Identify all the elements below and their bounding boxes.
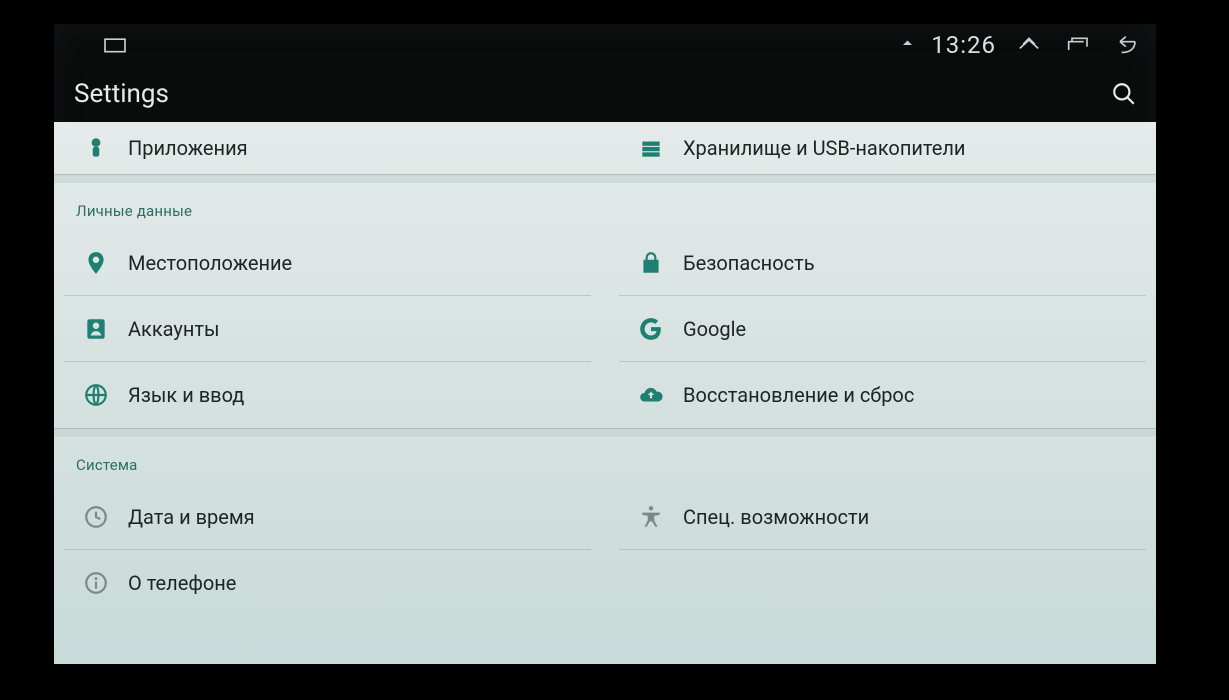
settings-item-location[interactable]: Местоположение: [64, 230, 591, 296]
settings-item-label: Местоположение: [128, 251, 292, 275]
settings-item-label: Язык и ввод: [128, 383, 244, 407]
storage-icon: [619, 135, 683, 161]
info-icon: [64, 570, 128, 596]
page-title: Settings: [74, 79, 169, 109]
personal-section: Личные данные Местоположение Безопасност…: [54, 184, 1156, 428]
settings-item-google[interactable]: Google: [619, 296, 1146, 362]
section-header-system: Система: [64, 438, 1146, 484]
settings-item-label: Восстановление и сброс: [683, 383, 914, 407]
globe-icon: [64, 382, 128, 408]
accessibility-icon: [619, 504, 683, 530]
settings-content: Приложения Хранилище и USB-накопители Ли…: [54, 122, 1156, 664]
search-button[interactable]: [1096, 66, 1152, 122]
settings-item-accessibility[interactable]: Спец. возможности: [619, 484, 1146, 550]
settings-item-security[interactable]: Безопасность: [619, 230, 1146, 296]
lock-icon: [619, 250, 683, 276]
settings-item-label: Спец. возможности: [683, 505, 869, 529]
action-bar: Settings: [54, 66, 1156, 122]
settings-item-backup-reset[interactable]: Восстановление и сброс: [619, 362, 1146, 428]
volume-down-icon[interactable]: [897, 36, 915, 54]
status-bar: 13:26: [54, 24, 1156, 66]
clock-icon: [64, 504, 128, 530]
account-icon: [64, 316, 128, 342]
device-section-tail: Приложения Хранилище и USB-накопители: [54, 122, 1156, 174]
settings-item-label: Google: [683, 317, 746, 341]
settings-item-language[interactable]: Язык и ввод: [64, 362, 591, 428]
empty-cell: [619, 550, 1146, 616]
apps-icon: [64, 135, 128, 161]
settings-item-storage[interactable]: Хранилище и USB-накопители: [619, 122, 1146, 174]
settings-item-label: Приложения: [128, 136, 248, 160]
settings-item-datetime[interactable]: Дата и время: [64, 484, 591, 550]
system-section: Система Дата и время Спец. возможности: [54, 438, 1156, 616]
clock: 13:26: [931, 31, 996, 59]
volume-up-icon[interactable]: [1014, 30, 1044, 60]
settings-item-label: Дата и время: [128, 505, 255, 529]
location-icon: [64, 250, 128, 276]
settings-item-about[interactable]: О телефоне: [64, 550, 591, 616]
settings-item-label: Безопасность: [683, 251, 815, 275]
settings-item-label: Аккаунты: [128, 317, 220, 341]
back-button[interactable]: [1110, 30, 1140, 60]
settings-item-label: Хранилище и USB-накопители: [683, 136, 965, 160]
section-divider: [54, 174, 1156, 184]
section-header-personal: Личные данные: [64, 184, 1146, 230]
recents-button[interactable]: [1062, 30, 1092, 60]
settings-item-label: О телефоне: [128, 571, 236, 595]
settings-item-apps[interactable]: Приложения: [64, 122, 591, 174]
cloud-restore-icon: [619, 382, 683, 408]
settings-item-accounts[interactable]: Аккаунты: [64, 296, 591, 362]
section-divider: [54, 428, 1156, 438]
google-icon: [619, 316, 683, 342]
home-button[interactable]: [100, 30, 130, 60]
screen: 13:26 Settings Приложения: [54, 24, 1156, 664]
